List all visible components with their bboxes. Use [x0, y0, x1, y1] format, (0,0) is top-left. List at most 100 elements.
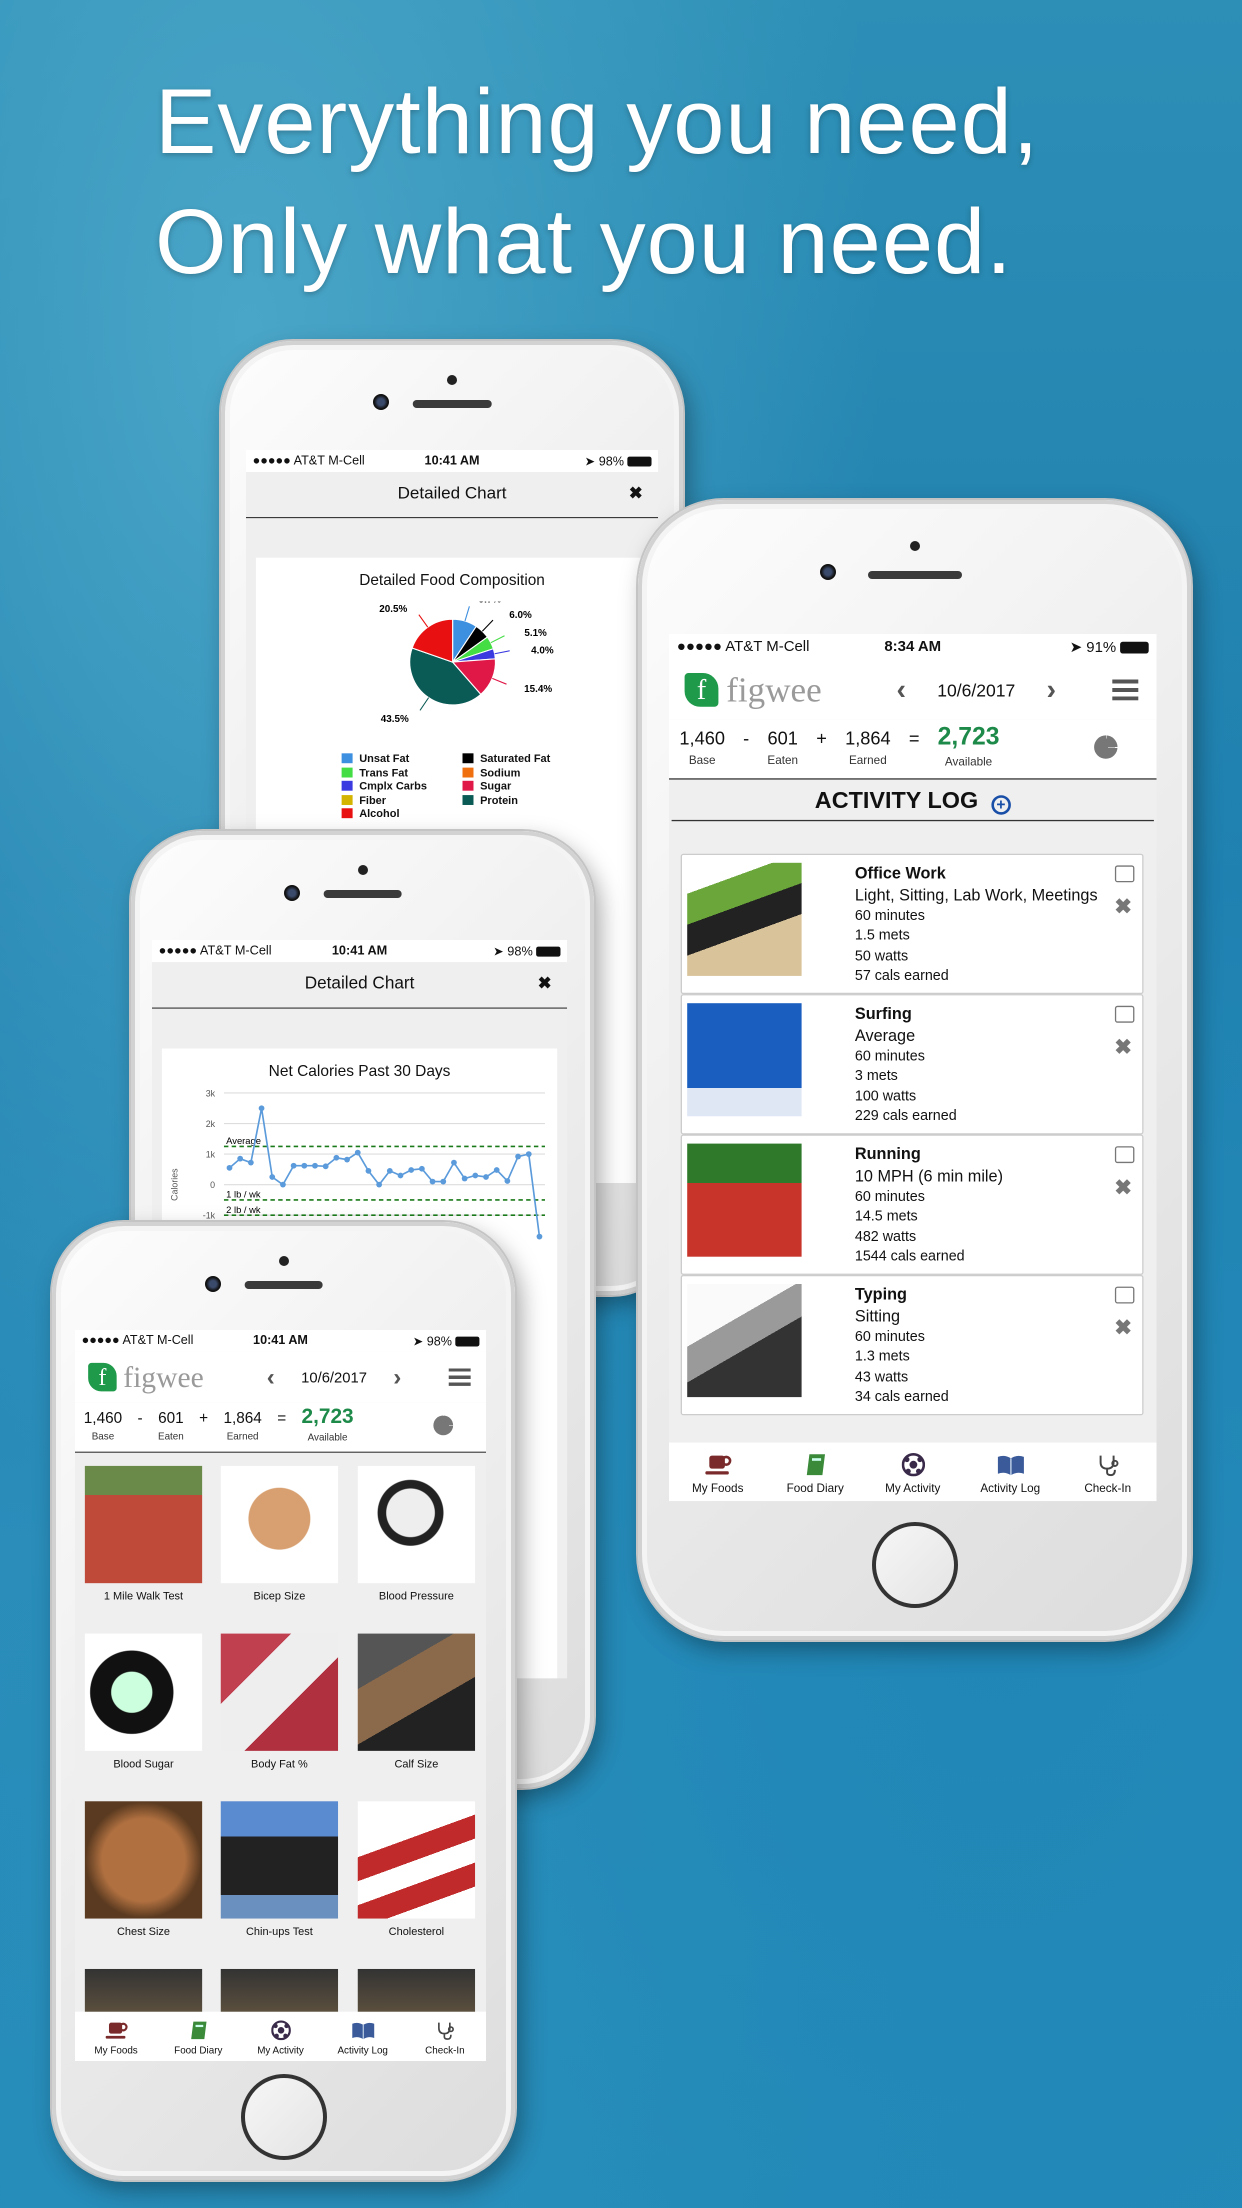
- tab-my-activity[interactable]: My Activity: [867, 1453, 958, 1495]
- activity-card[interactable]: Surfing Average 60 minutes 3 mets 100 watts 2…: [680, 994, 1144, 1135]
- data-point: [301, 1162, 308, 1169]
- section-title: ACTIVITY LOG +: [671, 779, 1154, 822]
- headline-line-2: Only what you need.: [155, 191, 1013, 293]
- tab-my-foods[interactable]: My Foods: [78, 2020, 155, 2056]
- earned-value: 1,864: [845, 727, 891, 749]
- tile-label: Blood Sugar: [113, 1758, 174, 1771]
- tab-label: My Activity: [257, 2044, 304, 2056]
- activity-name: Typing: [854, 1285, 907, 1304]
- activity-card[interactable]: Typing Sitting 60 minutes 1.3 mets 43 watts 3…: [680, 1274, 1144, 1416]
- chevron-left-icon[interactable]: ‹: [267, 1363, 275, 1391]
- edit-icon[interactable]: [1114, 1146, 1135, 1164]
- close-icon[interactable]: ✖: [538, 962, 552, 1006]
- earned-label: Earned: [226, 1430, 259, 1442]
- activity-card[interactable]: Office Work Light, Sitting, Lab Work, Mee…: [680, 853, 1144, 995]
- activity-mets: 1.5 mets: [854, 927, 910, 944]
- activity-name: Running: [854, 1144, 921, 1164]
- menu-list-icon[interactable]: [448, 1368, 471, 1386]
- zoom-in-icon[interactable]: +: [991, 795, 1011, 815]
- pie-chart-icon[interactable]: [1094, 735, 1118, 759]
- date-nav: ‹ 10/6/2017 ›: [267, 1363, 401, 1391]
- battery-percent: 98%: [426, 1335, 453, 1349]
- tab-activity-log[interactable]: Activity Log: [965, 1453, 1056, 1495]
- activity-cals: 34 cals earned: [854, 1389, 949, 1405]
- data-point: [451, 1159, 457, 1166]
- activity-watts: 43 watts: [854, 1369, 909, 1385]
- activity-mets: 1.3 mets: [854, 1349, 910, 1365]
- battery-percent: 91%: [1086, 640, 1117, 657]
- data-point: [344, 1156, 350, 1163]
- tab-check-in[interactable]: Check-In: [407, 2020, 484, 2056]
- tab-food-diary[interactable]: Food Diary: [770, 1453, 861, 1495]
- activity-tile[interactable]: Body Fat %: [220, 1633, 339, 1771]
- sensor: [447, 375, 457, 386]
- chart-title: Detailed Food Composition: [359, 570, 545, 589]
- tab-label: My Foods: [692, 1481, 744, 1495]
- legend-swatch: [462, 794, 474, 805]
- tab-my-activity[interactable]: My Activity: [242, 2020, 319, 2056]
- tab-label: Activity Log: [980, 1481, 1041, 1495]
- location-icon: ➤: [412, 1335, 427, 1349]
- speaker: [412, 400, 492, 409]
- activity-tile[interactable]: 1 Mile Walk Test: [84, 1465, 203, 1603]
- data-point: [472, 1172, 479, 1179]
- data-point: [440, 1178, 447, 1185]
- data-point: [365, 1168, 372, 1174]
- carrier: ●●●●● AT&T M-Cell: [158, 944, 272, 958]
- activity-detail: Light, Sitting, Lab Work, Meetings: [854, 885, 1098, 904]
- activity-tile[interactable]: Cholesterol: [357, 1801, 476, 1938]
- tab-check-in[interactable]: Check-In: [1062, 1453, 1153, 1495]
- reference-line-label: 2 lb / wk: [226, 1204, 261, 1215]
- delete-icon[interactable]: ✖: [1114, 1175, 1131, 1201]
- location-icon: ➤: [493, 945, 508, 959]
- app-header: f figwee ‹ 10/6/2017 ›: [669, 660, 1157, 720]
- pie-leader-line: [464, 606, 470, 622]
- activity-tile[interactable]: Chin-ups Test: [220, 1801, 339, 1938]
- battery-percent: 98%: [598, 455, 625, 469]
- activity-card[interactable]: Running 10 MPH (6 min mile) 60 minutes 14.5…: [680, 1134, 1144, 1275]
- current-date[interactable]: 10/6/2017: [301, 1369, 367, 1385]
- figwee-logo: f figwee: [684, 670, 822, 710]
- data-point: [354, 1149, 361, 1156]
- activity-cals: 229 cals earned: [854, 1108, 957, 1125]
- header-title: Detailed Chart: [397, 484, 507, 503]
- legend-entry: Trans Fat: [341, 767, 463, 781]
- pie-data-label: 5.1%: [524, 628, 547, 639]
- close-icon[interactable]: ✖: [629, 472, 643, 516]
- legend-entry: Fiber: [341, 794, 463, 809]
- home-button[interactable]: [871, 1521, 958, 1608]
- activity-tile[interactable]: Chest Size: [84, 1801, 203, 1938]
- chin-ups-photo: [220, 1801, 339, 1919]
- activity-tile[interactable]: Blood Pressure: [357, 1465, 476, 1603]
- chevron-right-icon[interactable]: ›: [393, 1363, 401, 1391]
- activity-tile[interactable]: Bicep Size: [220, 1465, 339, 1603]
- pie-chart-icon[interactable]: [433, 1415, 454, 1436]
- camera: [204, 1275, 221, 1292]
- date-nav: ‹ 10/6/2017 ›: [897, 673, 1057, 707]
- pie-data-label: 20.5%: [379, 604, 407, 615]
- base-label: Base: [91, 1430, 115, 1442]
- current-date[interactable]: 10/6/2017: [937, 680, 1015, 700]
- edit-icon[interactable]: [1114, 1005, 1135, 1023]
- data-point: [322, 1163, 329, 1170]
- eaten-value: 601: [767, 727, 798, 749]
- tab-my-foods[interactable]: My Foods: [672, 1453, 763, 1495]
- tab-food-diary[interactable]: Food Diary: [160, 2020, 237, 2056]
- home-button[interactable]: [240, 2073, 327, 2160]
- delete-icon[interactable]: ✖: [1114, 1034, 1131, 1060]
- edit-icon[interactable]: [1114, 1286, 1135, 1304]
- eaten-label: Eaten: [157, 1430, 184, 1442]
- activity-tile[interactable]: Blood Sugar: [84, 1633, 203, 1771]
- edit-icon[interactable]: [1114, 865, 1135, 883]
- activity-tile[interactable]: Calf Size: [357, 1633, 476, 1771]
- y-tick-label: 1k: [206, 1149, 216, 1159]
- menu-list-icon[interactable]: [1112, 679, 1139, 701]
- chevron-right-icon[interactable]: ›: [1047, 673, 1057, 707]
- delete-icon[interactable]: ✖: [1114, 894, 1131, 920]
- chevron-left-icon[interactable]: ‹: [897, 673, 907, 707]
- delete-icon[interactable]: ✖: [1114, 1315, 1131, 1341]
- running-track-photo: [84, 1465, 203, 1584]
- tab-activity-log[interactable]: Activity Log: [324, 2020, 401, 2056]
- pie-leader-line: [492, 677, 507, 685]
- activity-minutes: 60 minutes: [854, 1188, 925, 1205]
